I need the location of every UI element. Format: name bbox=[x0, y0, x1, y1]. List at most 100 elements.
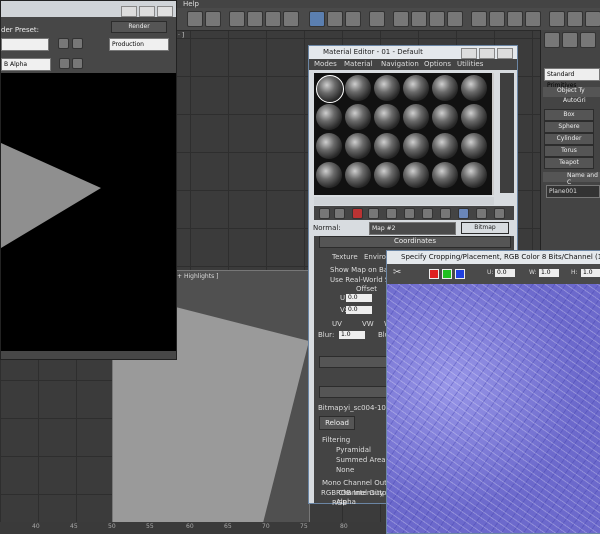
map-type-button[interactable]: Bitmap bbox=[461, 222, 509, 234]
camera-icon[interactable] bbox=[411, 11, 427, 27]
rgb-radio[interactable]: RGB bbox=[332, 499, 347, 507]
material-slot[interactable] bbox=[316, 162, 342, 188]
material-slot[interactable] bbox=[461, 75, 487, 101]
none-radio[interactable]: None bbox=[336, 466, 354, 474]
menu-modes[interactable]: Modes bbox=[314, 60, 337, 68]
autogrid-checkbox[interactable]: AutoGri bbox=[543, 97, 600, 107]
crop-u-spinner[interactable]: 0.0 bbox=[495, 269, 515, 277]
spacewarp-icon[interactable] bbox=[447, 11, 463, 27]
render-setup-icon[interactable] bbox=[327, 11, 343, 27]
torus-button[interactable]: Torus bbox=[544, 145, 594, 157]
menu-utilities[interactable]: Utilities bbox=[457, 60, 483, 68]
minimize-icon[interactable] bbox=[461, 48, 477, 59]
map-name-field[interactable]: Map #2 bbox=[369, 222, 456, 235]
material-slot[interactable] bbox=[432, 104, 458, 130]
render-setup-gear-icon[interactable] bbox=[72, 38, 83, 49]
maximize-icon[interactable] bbox=[139, 6, 155, 17]
reload-button[interactable]: Reload bbox=[319, 416, 355, 430]
material-slot[interactable] bbox=[374, 133, 400, 159]
scale-icon[interactable] bbox=[265, 11, 281, 27]
normal-map-preview[interactable] bbox=[387, 284, 600, 533]
cylinder-button[interactable]: Cylinder bbox=[544, 133, 594, 145]
bind-icon[interactable] bbox=[205, 11, 221, 27]
material-slot[interactable] bbox=[316, 104, 342, 130]
red-channel-icon[interactable] bbox=[429, 269, 439, 279]
material-slot[interactable] bbox=[432, 133, 458, 159]
object-category-dropdown[interactable]: Standard Primitives bbox=[544, 68, 600, 89]
uv-radio[interactable]: UV bbox=[332, 320, 342, 328]
delete-icon[interactable] bbox=[352, 208, 363, 219]
material-slot[interactable] bbox=[345, 75, 371, 101]
crop-tool-icon[interactable]: ✂ bbox=[393, 268, 403, 278]
material-slot[interactable] bbox=[345, 104, 371, 130]
slot-hscrollbar[interactable] bbox=[314, 197, 494, 205]
put-library-icon[interactable] bbox=[404, 208, 415, 219]
slot-scrollbar[interactable] bbox=[492, 73, 494, 195]
show-map-checkbox[interactable]: Show Map on Ba bbox=[330, 266, 388, 274]
rollout-name-color[interactable]: Name and C bbox=[543, 172, 600, 186]
v-offset-spinner[interactable]: 0.0 bbox=[346, 306, 372, 314]
material-slot[interactable] bbox=[316, 133, 342, 159]
material-slot[interactable] bbox=[374, 162, 400, 188]
create-icon[interactable] bbox=[585, 11, 600, 27]
save-preset-icon[interactable] bbox=[58, 38, 69, 49]
create-panel-icon[interactable] bbox=[544, 32, 560, 48]
go-sibling-icon[interactable] bbox=[494, 208, 505, 219]
channel-dropdown[interactable]: B Alpha bbox=[1, 58, 51, 71]
select-link-icon[interactable] bbox=[187, 11, 203, 27]
crop-h-spinner[interactable]: 1.0 bbox=[581, 269, 600, 277]
box-button[interactable]: Box bbox=[544, 109, 594, 121]
material-slot[interactable] bbox=[432, 75, 458, 101]
vw-radio[interactable]: VW bbox=[362, 320, 374, 328]
material-id-icon[interactable] bbox=[422, 208, 433, 219]
blur-spinner[interactable]: 1.0 bbox=[339, 331, 365, 339]
assign-material-icon[interactable] bbox=[334, 208, 345, 219]
copy-material-icon[interactable] bbox=[368, 208, 379, 219]
u-offset-spinner[interactable]: 0.0 bbox=[346, 294, 372, 302]
production-dropdown[interactable]: Production bbox=[109, 38, 169, 51]
command-icon[interactable] bbox=[549, 11, 565, 27]
layer-icon[interactable] bbox=[369, 11, 385, 27]
utilities-icon[interactable] bbox=[525, 11, 541, 27]
real-world-checkbox[interactable]: Use Real-World Sc bbox=[330, 276, 393, 284]
snap-icon[interactable] bbox=[283, 11, 299, 27]
light-icon[interactable] bbox=[393, 11, 409, 27]
material-slot[interactable] bbox=[374, 75, 400, 101]
texture-radio[interactable]: Texture bbox=[332, 253, 358, 261]
viewport-top-label[interactable]: · ] bbox=[178, 32, 184, 39]
material-slot[interactable] bbox=[432, 162, 458, 188]
render-button[interactable]: Render bbox=[111, 21, 167, 33]
rollout-object-type[interactable]: Object Ty bbox=[543, 87, 600, 97]
environ-radio[interactable]: Enviro bbox=[364, 253, 386, 261]
unique-icon[interactable] bbox=[386, 208, 397, 219]
show-map-icon[interactable] bbox=[440, 208, 451, 219]
motion-icon[interactable] bbox=[489, 11, 505, 27]
rotate-icon[interactable] bbox=[247, 11, 263, 27]
modify-icon[interactable] bbox=[567, 11, 583, 27]
get-material-icon[interactable] bbox=[319, 208, 330, 219]
show-end-result-icon[interactable] bbox=[458, 208, 469, 219]
move-icon[interactable] bbox=[229, 11, 245, 27]
maximize-icon[interactable] bbox=[479, 48, 495, 59]
menu-material[interactable]: Material bbox=[344, 60, 372, 68]
material-slot[interactable] bbox=[461, 162, 487, 188]
menu-help[interactable]: Help bbox=[183, 0, 199, 8]
blue-channel-icon[interactable] bbox=[455, 269, 465, 279]
render-preset-dropdown[interactable] bbox=[1, 38, 49, 51]
coordinates-rollout[interactable]: Coordinates bbox=[319, 236, 511, 248]
material-slot[interactable] bbox=[345, 162, 371, 188]
object-name-field[interactable]: Plane001 bbox=[546, 185, 600, 198]
go-parent-icon[interactable] bbox=[476, 208, 487, 219]
material-slot[interactable] bbox=[316, 75, 344, 103]
close-icon[interactable] bbox=[157, 6, 173, 17]
modify-panel-icon[interactable] bbox=[562, 32, 578, 48]
material-slot[interactable] bbox=[461, 133, 487, 159]
material-editor-icon[interactable] bbox=[309, 11, 325, 27]
material-slot[interactable] bbox=[374, 104, 400, 130]
pyramidal-radio[interactable]: Pyramidal bbox=[336, 446, 371, 454]
hierarchy-icon[interactable] bbox=[471, 11, 487, 27]
green-channel-icon[interactable] bbox=[442, 269, 452, 279]
helper-icon[interactable] bbox=[429, 11, 445, 27]
summed-area-radio[interactable]: Summed Area bbox=[336, 456, 386, 464]
mono-icon[interactable] bbox=[72, 58, 83, 69]
